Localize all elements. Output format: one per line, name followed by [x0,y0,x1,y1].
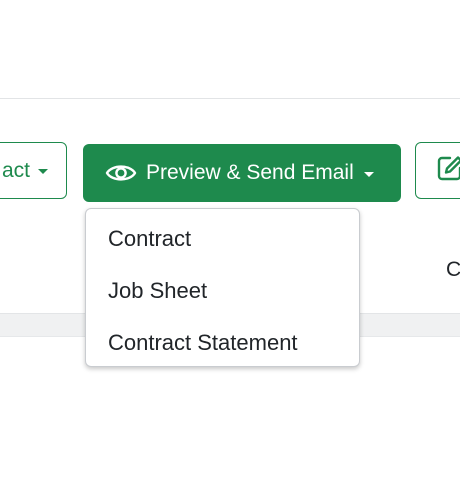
preview-send-email-label: Preview & Send Email [146,161,354,184]
menu-item-job-sheet[interactable]: Job Sheet [86,265,359,317]
menu-item-contract[interactable]: Contract [86,213,359,265]
caret-down-icon [363,171,374,177]
preview-send-email-button[interactable]: Preview & Send Email [83,144,401,202]
page: act Preview & Send Email C Contract Job … [0,0,460,488]
caret-down-icon [38,169,48,174]
edit-button[interactable] [415,142,460,199]
contract-dropdown-label: act [1,158,30,182]
header-divider [0,98,460,99]
table-column-header: C [446,258,460,281]
edit-icon [436,154,460,187]
contract-dropdown-button[interactable]: act [0,142,67,199]
preview-email-dropdown-menu: Contract Job Sheet Contract Statement [85,208,360,367]
eye-icon [105,161,137,185]
menu-item-contract-statement[interactable]: Contract Statement [86,317,359,369]
